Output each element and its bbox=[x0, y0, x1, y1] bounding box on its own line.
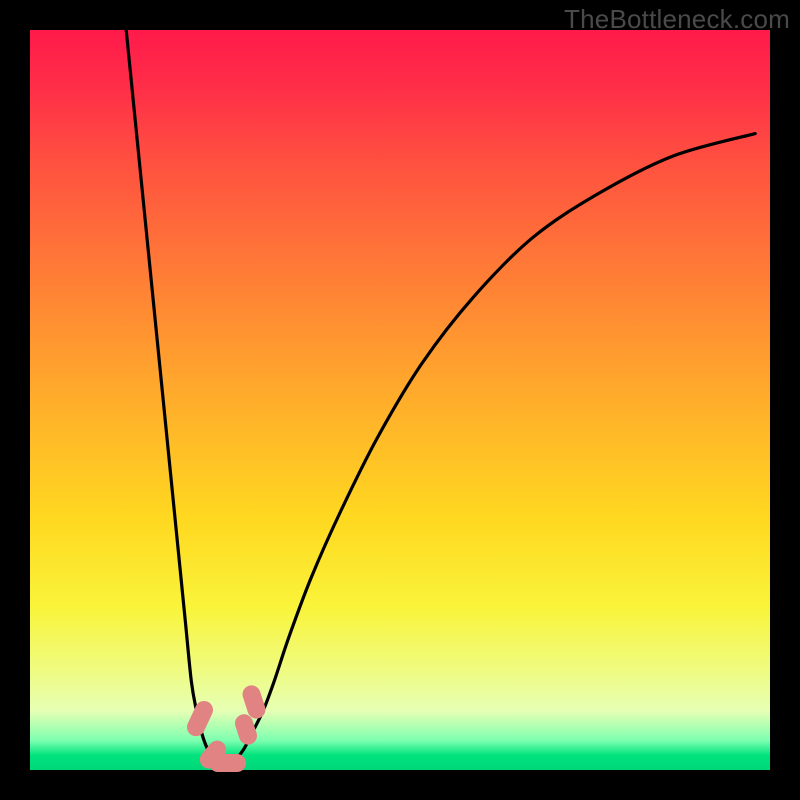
marker-center bbox=[209, 754, 246, 772]
watermark-text: TheBottleneck.com bbox=[564, 4, 790, 35]
chart-frame: TheBottleneck.com bbox=[0, 0, 800, 800]
curve-left bbox=[126, 30, 213, 758]
curves-svg bbox=[30, 30, 770, 770]
curve-right bbox=[237, 134, 755, 759]
plot-area bbox=[30, 30, 770, 770]
